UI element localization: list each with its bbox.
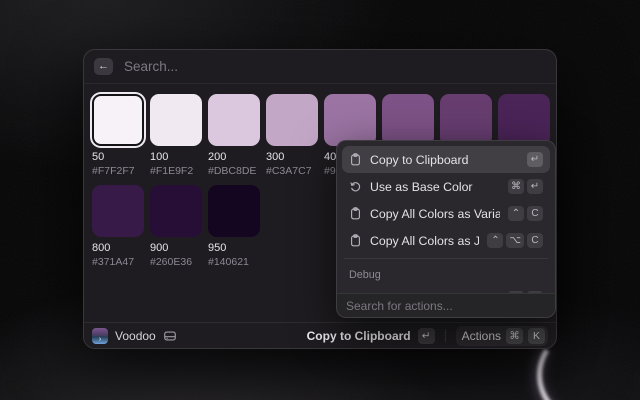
return-key-badge: ↵	[418, 328, 435, 344]
color-swatch[interactable]	[266, 94, 318, 146]
voodoo-app-icon: ›	[92, 328, 108, 344]
key-badge: ⌘	[508, 179, 524, 194]
key-badge: ⌃	[508, 206, 524, 221]
search-bar: ← Search...	[84, 50, 556, 84]
hex-label: #140621	[208, 256, 260, 268]
arrow-left-icon: ←	[98, 58, 109, 75]
actions-label: Actions	[462, 329, 501, 343]
actions-button[interactable]: Actions ⌘ K	[456, 326, 548, 346]
menu-separator	[344, 258, 548, 259]
menu-item-label: Use as Base Color	[370, 180, 500, 194]
clipboard-icon	[349, 153, 362, 166]
shade-label: 800	[92, 242, 144, 254]
back-button[interactable]: ←	[94, 58, 113, 75]
color-swatch[interactable]	[440, 94, 492, 146]
color-swatch-cell-300[interactable]: 300 #C3A7C7	[266, 94, 318, 177]
color-swatch-cell-900[interactable]: 900 #260E36	[150, 185, 202, 268]
color-swatch-cell-200[interactable]: 200 #DBC8DE	[208, 94, 260, 177]
key-badge: ↵	[527, 152, 543, 167]
shade-label: 300	[266, 151, 318, 163]
shade-label: 50	[92, 151, 144, 163]
menu-item-copy-variable-declarations[interactable]: Copy All Colors as Variable Declara... ⌃…	[342, 200, 550, 227]
hex-label: #371A47	[92, 256, 144, 268]
actions-menu-list: Copy to Clipboard ↵ Use as Base Color ⌘ …	[337, 141, 555, 317]
color-swatch[interactable]	[208, 94, 260, 146]
key-badge: C	[527, 233, 543, 248]
color-swatch[interactable]	[150, 94, 202, 146]
shade-label: 900	[150, 242, 202, 254]
color-swatch[interactable]	[498, 94, 550, 146]
key-badge: ⌥	[506, 233, 524, 248]
menu-section-debug: Debug	[342, 263, 550, 285]
menu-item-label: Copy All Colors as Variable Declara...	[370, 207, 500, 221]
menu-item-use-as-base-color[interactable]: Use as Base Color ⌘ ↵	[342, 173, 550, 200]
color-swatch[interactable]	[92, 94, 144, 146]
footer-divider	[445, 329, 446, 342]
color-swatch-cell-800[interactable]: 800 #371A47	[92, 185, 144, 268]
hex-label: #260E36	[150, 256, 202, 268]
actions-search-input[interactable]: Search for actions...	[346, 299, 453, 313]
menu-item-label: Copy All Colors as JSON	[370, 234, 479, 248]
color-swatch-cell-100[interactable]: 100 #F1E9F2	[150, 94, 202, 177]
key-badge: C	[527, 206, 543, 221]
color-swatch[interactable]	[150, 185, 202, 237]
status-bar: › Voodoo Copy to Clipboard ↵ Actions ⌘ K	[84, 322, 556, 348]
menu-item-label: Copy to Clipboard	[370, 153, 519, 167]
color-swatch-cell-50[interactable]: 50 #F7F2F7	[92, 94, 144, 177]
color-swatch[interactable]	[324, 94, 376, 146]
hex-label: #C3A7C7	[266, 165, 318, 177]
key-badge: ⌃	[487, 233, 503, 248]
app-name: Voodoo	[115, 329, 156, 343]
hex-label: #F1E9F2	[150, 165, 202, 177]
k-key-badge: K	[528, 328, 545, 344]
actions-search-bar: Search for actions...	[337, 293, 555, 317]
rotate-icon	[349, 180, 362, 193]
clipboard-icon	[349, 234, 362, 247]
shade-label: 100	[150, 151, 202, 163]
color-swatch-cell-950[interactable]: 950 #140621	[208, 185, 260, 268]
shade-label: 950	[208, 242, 260, 254]
hex-label: #DBC8DE	[208, 165, 260, 177]
menu-item-copy-as-json[interactable]: Copy All Colors as JSON ⌃ ⌥ C	[342, 227, 550, 254]
color-swatch[interactable]	[208, 185, 260, 237]
cmd-key-badge: ⌘	[506, 328, 523, 344]
search-input[interactable]: Search...	[124, 59, 178, 74]
disk-icon	[163, 329, 177, 343]
actions-menu: Copy to Clipboard ↵ Use as Base Color ⌘ …	[336, 140, 556, 318]
color-swatch[interactable]	[382, 94, 434, 146]
clipboard-icon	[349, 207, 362, 220]
primary-action-label[interactable]: Copy to Clipboard	[307, 329, 411, 343]
shade-label: 200	[208, 151, 260, 163]
hex-label: #F7F2F7	[92, 165, 144, 177]
key-badge: ↵	[527, 179, 543, 194]
menu-item-copy-to-clipboard[interactable]: Copy to Clipboard ↵	[342, 146, 550, 173]
color-swatch[interactable]	[92, 185, 144, 237]
